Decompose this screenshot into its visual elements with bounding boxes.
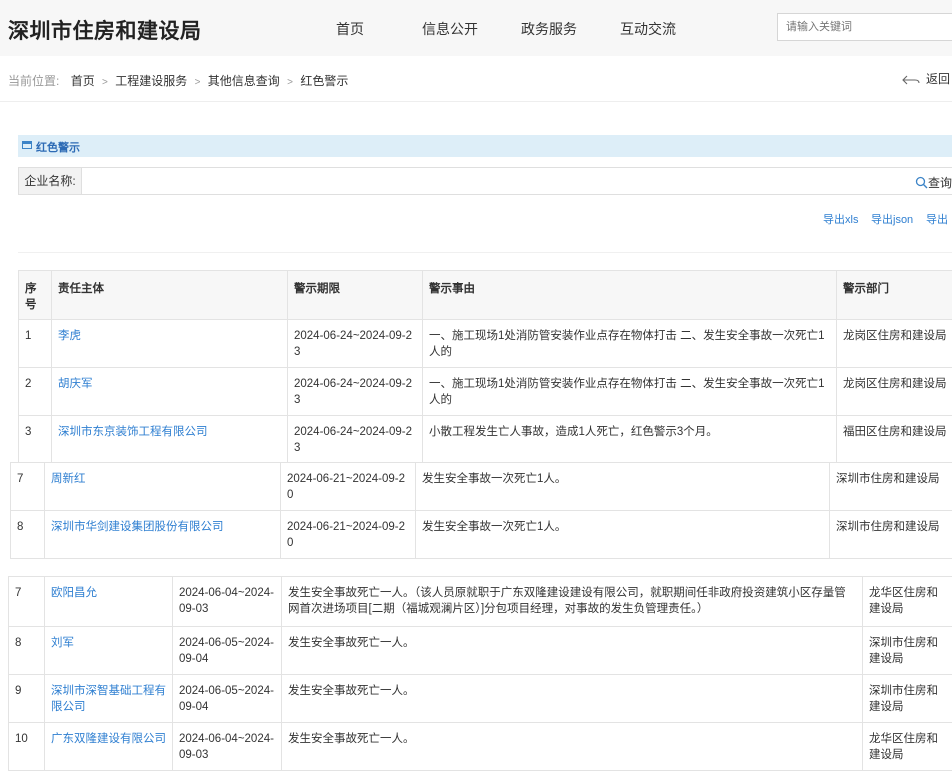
- row-number: 8: [8, 626, 45, 675]
- warning-table-fragment: 7 欧阳昌允 2024-06-04~2024-09-03 发生安全事故死亡一人。…: [8, 576, 952, 771]
- nav-info-disclosure[interactable]: 信息公开: [422, 19, 478, 39]
- back-label: 返回: [926, 72, 951, 86]
- subject-link[interactable]: 深圳市深智基础工程有限公司: [51, 685, 166, 713]
- row-number: 9: [8, 674, 45, 723]
- site-header: 深圳市住房和建设局 首页 信息公开 政务服务 互动交流: [0, 0, 952, 56]
- export-xls-link[interactable]: 导出xls: [823, 211, 858, 227]
- warning-period: 2024-06-24~2024-09-23: [287, 367, 423, 416]
- table-row: 1 李虎 2024-06-24~2024-09-23 一、施工现场1处消防管安装…: [18, 319, 952, 368]
- table-row: 8 刘军 2024-06-05~2024-09-04 发生安全事故死亡一人。 深…: [8, 626, 952, 675]
- warning-reason: 发生安全事故死亡一人。: [281, 626, 863, 675]
- query-label: 查询: [928, 176, 952, 190]
- divider: [0, 101, 952, 102]
- table-row: 2 胡庆军 2024-06-24~2024-09-23 一、施工现场1处消防管安…: [18, 367, 952, 416]
- row-number: 2: [18, 367, 52, 416]
- warning-period: 2024-06-04~2024-09-03: [172, 722, 282, 771]
- back-button[interactable]: 返回: [902, 70, 950, 87]
- warning-table-fragment: 7 周新红 2024-06-21~2024-09-20 发生安全事故一次死亡1人…: [10, 462, 952, 559]
- nav-home[interactable]: 首页: [336, 19, 364, 39]
- table-header-row: 序号 责任主体 警示期限 警示事由 警示部门: [18, 270, 952, 320]
- query-button[interactable]: 查询: [915, 174, 952, 191]
- warning-reason: 发生安全事故死亡一人。: [281, 722, 863, 771]
- warning-period: 2024-06-21~2024-09-20: [280, 510, 416, 559]
- back-arrow-icon: [902, 75, 920, 85]
- breadcrumb-other-query[interactable]: 其他信息查询: [208, 74, 280, 88]
- subject-link[interactable]: 刘军: [51, 637, 74, 649]
- subject-link[interactable]: 周新红: [51, 473, 86, 485]
- panel-header: 红色警示: [18, 135, 952, 157]
- search-icon: [915, 176, 928, 189]
- warning-dept: 龙岗区住房和建设局: [836, 319, 952, 368]
- col-header-reason: 警示事由: [422, 270, 837, 320]
- company-name-label: 企业名称:: [19, 168, 82, 194]
- warning-dept: 龙岗区住房和建设局: [836, 367, 952, 416]
- breadcrumb: 当前位置: 首页 > 工程建设服务 > 其他信息查询 > 红色警示: [8, 72, 348, 89]
- warning-dept: 深圳市住房和建设局: [829, 510, 952, 559]
- nav-gov-services[interactable]: 政务服务: [521, 19, 577, 39]
- filter-bar: 企业名称: 查询: [18, 167, 952, 195]
- warning-reason: 发生安全事故一次死亡1人。: [415, 462, 830, 511]
- warning-dept: 深圳市住房和建设局: [862, 626, 952, 675]
- warning-period: 2024-06-24~2024-09-23: [287, 415, 423, 464]
- breadcrumb-home[interactable]: 首页: [71, 74, 95, 88]
- col-header-dept: 警示部门: [836, 270, 952, 320]
- table-row: 10 广东双隆建设有限公司 2024-06-04~2024-09-03 发生安全…: [8, 722, 952, 771]
- breadcrumb-engineering[interactable]: 工程建设服务: [115, 74, 187, 88]
- subject-link[interactable]: 李虎: [58, 330, 81, 342]
- breadcrumb-separator: >: [102, 77, 108, 88]
- table-row: 7 周新红 2024-06-21~2024-09-20 发生安全事故一次死亡1人…: [10, 462, 952, 511]
- table-row: 9 深圳市深智基础工程有限公司 2024-06-05~2024-09-04 发生…: [8, 674, 952, 723]
- warning-reason: 一、施工现场1处消防管安装作业点存在物体打击 二、发生安全事故一次死亡1人的: [422, 367, 837, 416]
- table-row: 3 深圳市东京装饰工程有限公司 2024-06-24~2024-09-23 小散…: [18, 415, 952, 464]
- row-number: 3: [18, 415, 52, 464]
- warning-reason: 发生安全事故死亡一人。: [281, 674, 863, 723]
- warning-reason: 发生安全事故死亡一人。（该人员原就职于广东双隆建设建设有限公司，就职期间任非政府…: [281, 576, 863, 627]
- export-json-link[interactable]: 导出json: [871, 211, 913, 227]
- subject-link[interactable]: 深圳市东京装饰工程有限公司: [58, 426, 208, 438]
- breadcrumb-label: 当前位置:: [8, 74, 60, 88]
- warning-reason: 小散工程发生亡人事故，造成1人死亡，红色警示3个月。: [422, 415, 837, 464]
- site-title: 深圳市住房和建设局: [8, 19, 202, 43]
- row-number: 7: [10, 462, 45, 511]
- breadcrumb-separator: >: [287, 77, 293, 88]
- warning-dept: 福田区住房和建设局: [836, 415, 952, 464]
- window-icon: [22, 141, 32, 149]
- row-number: 8: [10, 510, 45, 559]
- subject-link[interactable]: 胡庆军: [58, 378, 93, 390]
- warning-dept: 深圳市住房和建设局: [829, 462, 952, 511]
- divider: [18, 252, 952, 253]
- warning-period: 2024-06-05~2024-09-04: [172, 674, 282, 723]
- breadcrumb-separator: >: [194, 77, 201, 88]
- nav-interaction[interactable]: 互动交流: [620, 19, 676, 39]
- table-row: 7 欧阳昌允 2024-06-04~2024-09-03 发生安全事故死亡一人。…: [8, 576, 952, 627]
- warning-dept: 龙华区住房和建设局: [862, 722, 952, 771]
- col-header-no: 序号: [18, 270, 52, 320]
- subject-link[interactable]: 欧阳昌允: [51, 587, 97, 599]
- warning-table: 序号 责任主体 警示期限 警示事由 警示部门 1 李虎 2024-06-24~2…: [18, 270, 952, 464]
- warning-period: 2024-06-21~2024-09-20: [280, 462, 416, 511]
- warning-reason: 发生安全事故一次死亡1人。: [415, 510, 830, 559]
- warning-dept: 龙华区住房和建设局: [862, 576, 952, 627]
- warning-period: 2024-06-05~2024-09-04: [172, 626, 282, 675]
- export-link[interactable]: 导出: [926, 211, 948, 227]
- row-number: 10: [8, 722, 45, 771]
- subject-link[interactable]: 广东双隆建设有限公司: [51, 733, 166, 745]
- row-number: 7: [8, 576, 45, 627]
- warning-period: 2024-06-04~2024-09-03: [172, 576, 282, 627]
- row-number: 1: [18, 319, 52, 368]
- col-header-subject: 责任主体: [51, 270, 288, 320]
- warning-period: 2024-06-24~2024-09-23: [287, 319, 423, 368]
- col-header-period: 警示期限: [287, 270, 423, 320]
- subject-link[interactable]: 深圳市华剑建设集团股份有限公司: [51, 521, 224, 533]
- warning-reason: 一、施工现场1处消防管安装作业点存在物体打击 二、发生安全事故一次死亡1人的: [422, 319, 837, 368]
- panel-title: 红色警示: [36, 142, 80, 154]
- table-row: 8 深圳市华剑建设集团股份有限公司 2024-06-21~2024-09-20 …: [10, 510, 952, 559]
- breadcrumb-current: 红色警示: [300, 74, 349, 88]
- warning-dept: 深圳市住房和建设局: [862, 674, 952, 723]
- search-input[interactable]: [777, 13, 952, 41]
